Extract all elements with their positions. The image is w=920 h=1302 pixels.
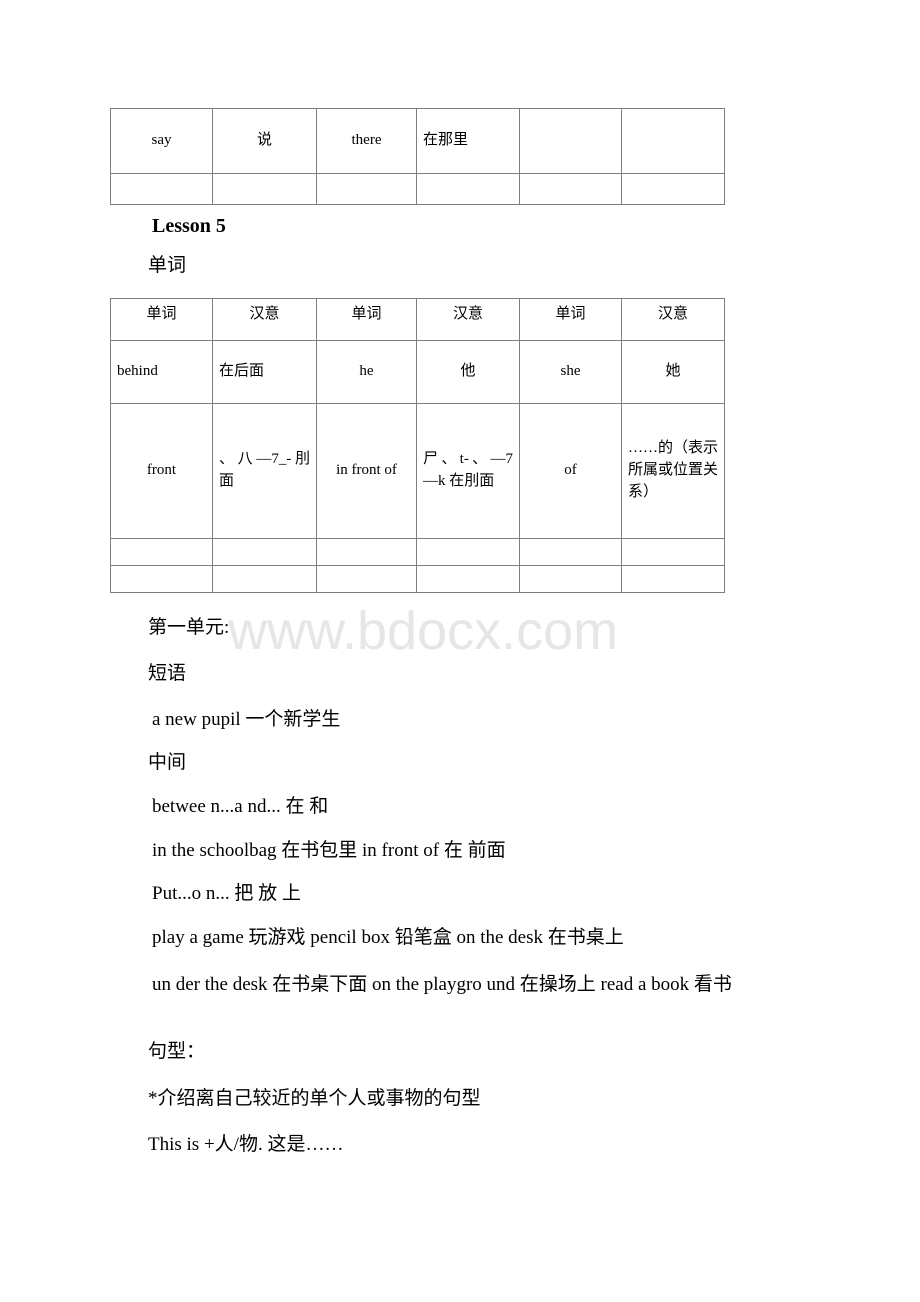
column-header-word: 单词 xyxy=(519,298,622,341)
cell-meaning xyxy=(212,538,317,566)
cell-word: of xyxy=(519,403,622,539)
cell-meaning: ……的（表示所属或位置关系） xyxy=(621,403,725,539)
word-section-heading: 单词 xyxy=(148,255,187,276)
cell-word xyxy=(110,173,213,205)
cell-word: behind xyxy=(110,340,213,404)
table-row: behind 在后面 he 他 she 她 xyxy=(110,340,725,404)
cell-word xyxy=(519,538,622,566)
cell-meaning xyxy=(621,565,725,593)
column-header-word: 单词 xyxy=(110,298,213,341)
cell-word xyxy=(316,565,417,593)
cell-word xyxy=(519,565,622,593)
column-header-meaning: 汉意 xyxy=(212,298,317,341)
phrase-line-under-desk: un der the desk 在书桌下面 on the playgro und… xyxy=(152,974,732,995)
cell-meaning: 说 xyxy=(212,108,317,174)
cell-word: he xyxy=(316,340,417,404)
cell-meaning: 她 xyxy=(621,340,725,404)
cell-word: she xyxy=(519,340,622,404)
cell-word: in front of xyxy=(316,403,417,539)
phrase-line-schoolbag: in the schoolbag 在书包里 in front of 在 前面 xyxy=(152,840,506,861)
phrase-line-middle: 中间 xyxy=(148,752,187,773)
cell-meaning xyxy=(416,565,520,593)
lesson-heading: Lesson 5 xyxy=(152,215,226,237)
cell-word xyxy=(519,108,622,174)
cell-meaning xyxy=(621,108,725,174)
column-header-meaning: 汉意 xyxy=(416,298,520,341)
cell-meaning xyxy=(212,565,317,593)
cell-word xyxy=(316,538,417,566)
table-row-empty xyxy=(110,538,725,566)
cell-word xyxy=(110,565,213,593)
cell-word xyxy=(519,173,622,205)
cell-word: there xyxy=(316,108,417,174)
cell-word xyxy=(316,173,417,205)
cell-meaning xyxy=(621,173,725,205)
phrase-line-between: betwee n...a nd... 在 和 xyxy=(152,796,329,817)
sentence-pattern-intro: *介绍离自己较近的单个人或事物的句型 xyxy=(148,1088,481,1109)
phrase-line-put-on: Put...o n... 把 放 上 xyxy=(152,883,301,904)
cell-meaning xyxy=(416,173,520,205)
phrase-line-play-game: play a game 玩游戏 pencil box 铅笔盒 on the de… xyxy=(152,927,624,948)
column-header-meaning: 汉意 xyxy=(621,298,725,341)
sentence-pattern-example: This is +人/物. 这是…… xyxy=(148,1134,344,1155)
table-row: say 说 there 在那里 xyxy=(110,108,725,174)
unit-heading: 第一单元: xyxy=(148,617,230,638)
watermark-text: www.bdocx.com xyxy=(228,601,619,661)
sentence-pattern-heading: 句型： xyxy=(148,1041,206,1062)
phrase-line-new-pupil: a new pupil 一个新学生 xyxy=(152,709,341,730)
cell-word xyxy=(110,538,213,566)
document-page: www.bdocx.com say 说 there 在那里 Lesson 5 单… xyxy=(0,0,920,1302)
cell-meaning: 他 xyxy=(416,340,520,404)
cell-meaning xyxy=(621,538,725,566)
table-row: front 、八—7_-刖面 in front of 尸、t-、—7—k 在刖面… xyxy=(110,403,725,539)
cell-meaning: 尸、t-、—7—k 在刖面 xyxy=(416,403,520,539)
table-row-empty xyxy=(110,565,725,593)
vocabulary-table-top: say 说 there 在那里 xyxy=(110,108,725,205)
cell-meaning xyxy=(212,173,317,205)
cell-meaning xyxy=(416,538,520,566)
table-header-row: 单词 汉意 单词 汉意 单词 汉意 xyxy=(110,298,725,341)
cell-word: front xyxy=(110,403,213,539)
phrase-section-heading: 短语 xyxy=(148,663,187,684)
cell-meaning: 、八—7_-刖面 xyxy=(212,403,317,539)
cell-word: say xyxy=(110,108,213,174)
vocabulary-table-lesson5: 单词 汉意 单词 汉意 单词 汉意 behind 在后面 he 他 she 她 … xyxy=(110,298,725,593)
cell-meaning: 在后面 xyxy=(212,340,317,404)
cell-meaning: 在那里 xyxy=(416,108,520,174)
column-header-word: 单词 xyxy=(316,298,417,341)
table-row-empty xyxy=(110,173,725,205)
